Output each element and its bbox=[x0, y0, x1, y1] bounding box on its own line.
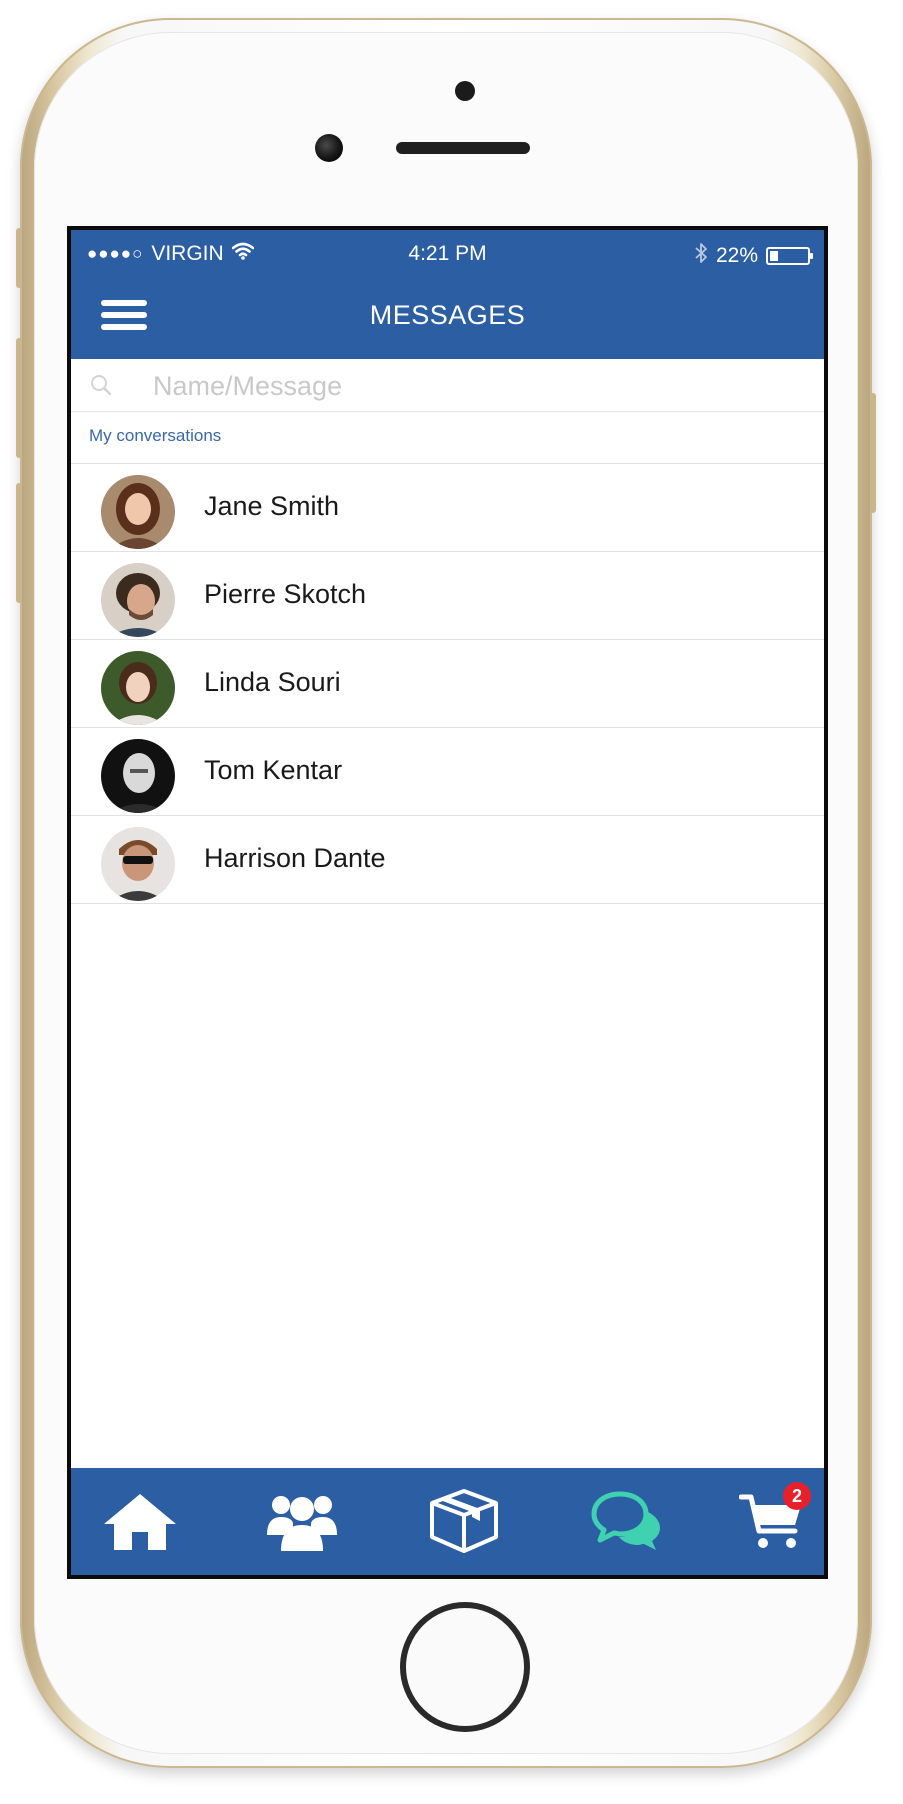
tab-people[interactable] bbox=[257, 1488, 347, 1558]
package-box-icon bbox=[428, 1487, 500, 1560]
conversation-row-linda-souri[interactable]: Linda Souri bbox=[71, 640, 824, 728]
contact-name: Harrison Dante bbox=[204, 843, 386, 873]
people-icon bbox=[265, 1489, 339, 1558]
front-camera bbox=[315, 134, 343, 162]
conversation-row-harrison-dante[interactable]: Harrison Dante bbox=[71, 816, 824, 904]
chat-bubbles-icon bbox=[590, 1490, 662, 1557]
contact-name: Pierre Skotch bbox=[204, 579, 367, 609]
avatar-jane-smith bbox=[101, 475, 175, 549]
tab-messages[interactable] bbox=[581, 1488, 671, 1558]
conversation-row-pierre-skotch[interactable]: Pierre Skotch bbox=[71, 552, 824, 640]
power-button bbox=[870, 393, 876, 513]
tab-home[interactable] bbox=[95, 1488, 185, 1558]
tab-cart[interactable]: 2 bbox=[727, 1482, 817, 1558]
search-input[interactable] bbox=[151, 367, 795, 405]
home-button[interactable] bbox=[400, 1602, 530, 1732]
nav-row: MESSAGES bbox=[71, 280, 824, 359]
battery-fill bbox=[770, 251, 778, 261]
mute-switch bbox=[16, 228, 22, 288]
contact-name: Jane Smith bbox=[204, 491, 340, 521]
bluetooth-icon bbox=[694, 242, 708, 270]
status-bar: ●●●●○ VIRGIN 4:21 PM 22% bbox=[71, 230, 824, 280]
app-screen: ●●●●○ VIRGIN 4:21 PM 22% MESSAGES Name/M… bbox=[67, 226, 828, 1579]
section-label-my-conversations: My conversations bbox=[89, 426, 222, 445]
conversation-list: Jane Smith Pierre Skotch Linda Souri Tom… bbox=[71, 463, 824, 904]
home-icon bbox=[100, 1490, 180, 1557]
earpiece-speaker bbox=[396, 142, 530, 154]
status-right: 22% bbox=[694, 242, 813, 270]
avatar-pierre-skotch bbox=[101, 563, 175, 637]
search-icon bbox=[89, 373, 113, 397]
battery-percent: 22% bbox=[715, 244, 758, 267]
page-title: MESSAGES bbox=[369, 300, 526, 330]
avatar-tom-kentar bbox=[101, 739, 175, 813]
contact-name: Tom Kentar bbox=[204, 755, 343, 785]
proximity-sensor bbox=[455, 81, 475, 101]
search-bar bbox=[71, 359, 824, 412]
volume-up-button bbox=[16, 338, 22, 458]
contact-name: Linda Souri bbox=[204, 667, 341, 697]
avatar-linda-souri bbox=[101, 651, 175, 725]
cart-count-badge: 2 bbox=[783, 1482, 811, 1510]
volume-down-button bbox=[16, 483, 22, 603]
top-bar: ●●●●○ VIRGIN 4:21 PM 22% MESSAGES bbox=[71, 230, 824, 359]
tab-packages[interactable] bbox=[419, 1488, 509, 1558]
conversation-row-jane-smith[interactable]: Jane Smith bbox=[71, 464, 824, 552]
battery-icon bbox=[766, 247, 813, 265]
avatar-harrison-dante bbox=[101, 827, 175, 901]
bottom-tab-bar: 2 bbox=[71, 1468, 824, 1575]
conversation-row-tom-kentar[interactable]: Tom Kentar bbox=[71, 728, 824, 816]
